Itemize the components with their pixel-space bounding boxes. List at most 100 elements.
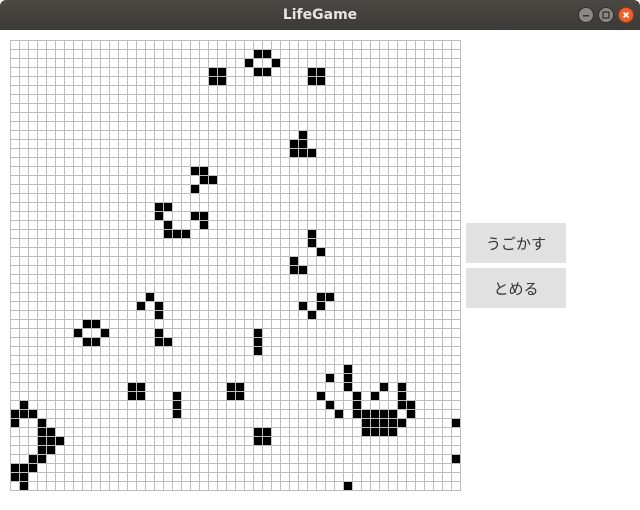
- live-cell[interactable]: [199, 211, 209, 221]
- live-cell[interactable]: [262, 49, 272, 59]
- live-cell[interactable]: [262, 427, 272, 437]
- live-cell[interactable]: [289, 139, 299, 149]
- live-cell[interactable]: [343, 382, 353, 392]
- live-cell[interactable]: [253, 67, 263, 77]
- live-cell[interactable]: [136, 382, 146, 392]
- live-cell[interactable]: [46, 436, 56, 446]
- live-cell[interactable]: [343, 373, 353, 383]
- live-cell[interactable]: [37, 454, 47, 464]
- live-cell[interactable]: [298, 301, 308, 311]
- live-cell[interactable]: [361, 409, 371, 419]
- live-cell[interactable]: [208, 175, 218, 185]
- live-cell[interactable]: [163, 337, 173, 347]
- live-cell[interactable]: [253, 337, 263, 347]
- live-cell[interactable]: [289, 256, 299, 266]
- live-cell[interactable]: [46, 427, 56, 437]
- live-cell[interactable]: [19, 400, 29, 410]
- live-cell[interactable]: [136, 301, 146, 311]
- live-cell[interactable]: [10, 463, 20, 473]
- live-cell[interactable]: [28, 463, 38, 473]
- live-cell[interactable]: [307, 148, 317, 158]
- live-cell[interactable]: [325, 292, 335, 302]
- live-cell[interactable]: [271, 58, 281, 68]
- close-button[interactable]: [618, 7, 634, 23]
- live-cell[interactable]: [397, 382, 407, 392]
- live-cell[interactable]: [334, 409, 344, 419]
- live-cell[interactable]: [154, 328, 164, 338]
- live-cell[interactable]: [19, 481, 29, 491]
- live-cell[interactable]: [370, 427, 380, 437]
- live-cell[interactable]: [145, 292, 155, 302]
- live-cell[interactable]: [82, 319, 92, 329]
- live-cell[interactable]: [91, 319, 101, 329]
- live-cell[interactable]: [397, 400, 407, 410]
- live-cell[interactable]: [379, 409, 389, 419]
- live-cell[interactable]: [73, 328, 83, 338]
- live-cell[interactable]: [19, 472, 29, 482]
- live-cell[interactable]: [325, 400, 335, 410]
- live-cell[interactable]: [262, 436, 272, 446]
- live-cell[interactable]: [397, 391, 407, 401]
- live-cell[interactable]: [19, 409, 29, 419]
- live-cell[interactable]: [136, 391, 146, 401]
- live-cell[interactable]: [388, 409, 398, 419]
- live-cell[interactable]: [370, 409, 380, 419]
- live-cell[interactable]: [154, 202, 164, 212]
- live-cell[interactable]: [154, 211, 164, 221]
- live-cell[interactable]: [253, 427, 263, 437]
- live-cell[interactable]: [37, 427, 47, 437]
- live-cell[interactable]: [307, 67, 317, 77]
- live-cell[interactable]: [181, 229, 191, 239]
- live-cell[interactable]: [163, 229, 173, 239]
- live-cell[interactable]: [451, 418, 461, 428]
- live-cell[interactable]: [451, 454, 461, 464]
- live-cell[interactable]: [10, 418, 20, 428]
- live-cell[interactable]: [172, 229, 182, 239]
- live-cell[interactable]: [262, 67, 272, 77]
- live-cell[interactable]: [316, 391, 326, 401]
- live-cell[interactable]: [352, 391, 362, 401]
- live-cell[interactable]: [91, 337, 101, 347]
- live-cell[interactable]: [226, 391, 236, 401]
- live-cell[interactable]: [379, 427, 389, 437]
- minimize-button[interactable]: [578, 7, 594, 23]
- live-cell[interactable]: [199, 175, 209, 185]
- maximize-button[interactable]: [598, 7, 614, 23]
- live-cell[interactable]: [28, 409, 38, 419]
- live-cell[interactable]: [298, 148, 308, 158]
- live-cell[interactable]: [244, 58, 254, 68]
- live-cell[interactable]: [352, 409, 362, 419]
- live-cell[interactable]: [208, 76, 218, 86]
- live-cell[interactable]: [253, 328, 263, 338]
- live-cell[interactable]: [298, 265, 308, 275]
- live-cell[interactable]: [307, 238, 317, 248]
- live-cell[interactable]: [199, 220, 209, 230]
- live-cell[interactable]: [397, 418, 407, 428]
- live-cell[interactable]: [37, 418, 47, 428]
- live-cell[interactable]: [154, 301, 164, 311]
- live-cell[interactable]: [172, 409, 182, 419]
- live-cell[interactable]: [253, 436, 263, 446]
- live-cell[interactable]: [82, 337, 92, 347]
- live-cell[interactable]: [361, 418, 371, 428]
- live-cell[interactable]: [154, 310, 164, 320]
- live-cell[interactable]: [37, 436, 47, 446]
- live-cell[interactable]: [199, 166, 209, 176]
- live-cell[interactable]: [208, 67, 218, 77]
- live-cell[interactable]: [55, 436, 65, 446]
- live-cell[interactable]: [235, 382, 245, 392]
- live-cell[interactable]: [307, 310, 317, 320]
- live-cell[interactable]: [28, 454, 38, 464]
- live-cell[interactable]: [163, 202, 173, 212]
- life-game-board[interactable]: [10, 40, 461, 491]
- live-cell[interactable]: [190, 184, 200, 194]
- live-cell[interactable]: [163, 220, 173, 230]
- live-cell[interactable]: [100, 328, 110, 338]
- live-cell[interactable]: [370, 391, 380, 401]
- start-button[interactable]: うごかす: [466, 223, 566, 263]
- live-cell[interactable]: [127, 391, 137, 401]
- live-cell[interactable]: [226, 382, 236, 392]
- live-cell[interactable]: [343, 481, 353, 491]
- live-cell[interactable]: [370, 418, 380, 428]
- live-cell[interactable]: [172, 400, 182, 410]
